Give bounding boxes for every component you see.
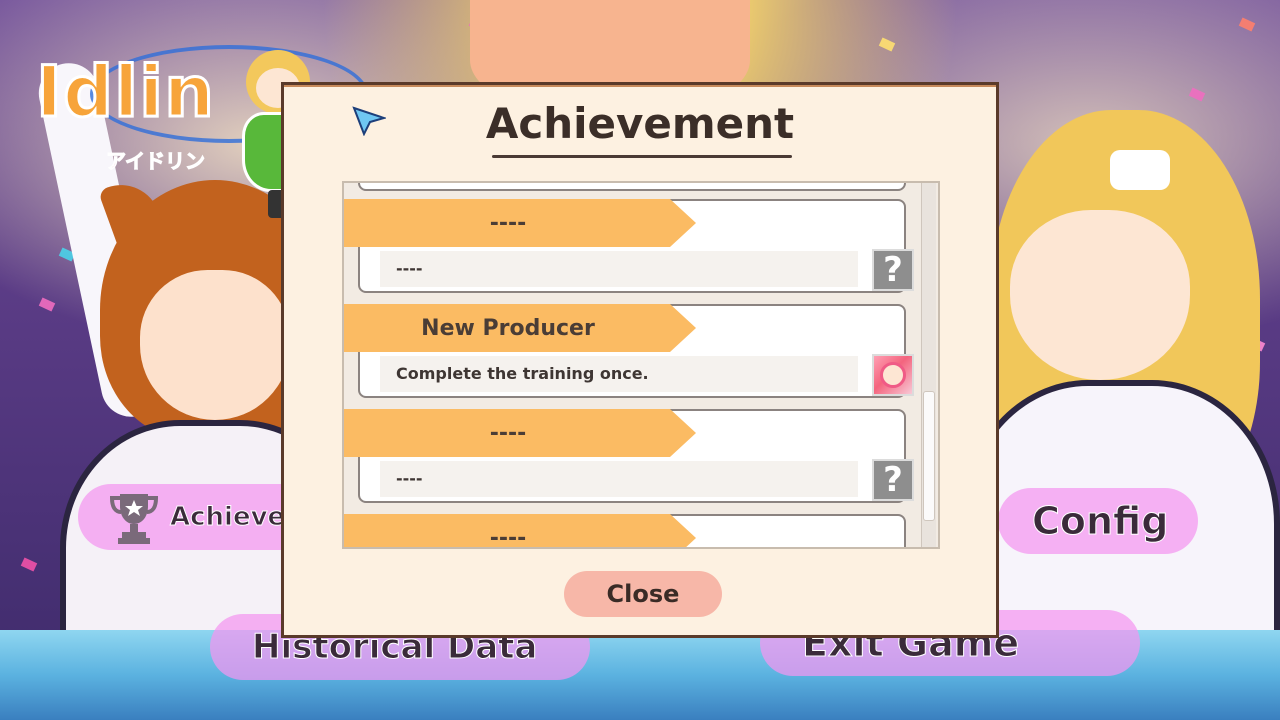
- achievement-dialog: Achievement ---- ? ---- Complete the tra…: [281, 82, 999, 638]
- question-mark-icon: ?: [872, 249, 914, 291]
- entry-title: ----: [489, 210, 527, 236]
- entry-card: [358, 183, 906, 191]
- list-item[interactable]: Complete the training once. New Producer: [344, 304, 914, 400]
- right-character-face: [1010, 210, 1190, 380]
- entry-title-banner: New Producer: [344, 304, 696, 352]
- close-button[interactable]: Close: [564, 571, 722, 617]
- logo-title: Idlin: [35, 50, 216, 135]
- portrait-face: [880, 362, 906, 388]
- entry-description-background: [380, 461, 858, 497]
- entry-description: ----: [396, 259, 423, 278]
- entry-title: New Producer: [421, 315, 595, 341]
- entry-title: ----: [489, 420, 527, 446]
- config-menu-label: Config: [1031, 499, 1169, 544]
- confetti: [1188, 87, 1206, 102]
- config-menu-button[interactable]: Config: [998, 488, 1198, 554]
- entry-title: ----: [489, 525, 527, 549]
- list-item[interactable]: ----: [344, 514, 908, 549]
- question-mark-glyph: ?: [883, 250, 903, 290]
- entry-title-banner: ----: [344, 514, 696, 549]
- list-scrollbar[interactable]: [921, 183, 936, 547]
- question-mark-icon: ?: [872, 459, 914, 501]
- dialog-title: Achievement: [485, 99, 795, 148]
- entry-title-banner: ----: [344, 409, 696, 457]
- confetti: [1238, 17, 1256, 32]
- scrollbar-thumb[interactable]: [923, 391, 935, 521]
- right-character-bow: [1110, 150, 1170, 190]
- entry-description: Complete the training once.: [396, 364, 649, 383]
- confetti: [20, 557, 38, 572]
- confetti: [38, 297, 56, 312]
- title-underline: [492, 155, 792, 158]
- confetti: [878, 37, 896, 52]
- entry-description-background: [380, 251, 858, 287]
- trophy-icon: [109, 494, 159, 544]
- character-portrait-icon: [872, 354, 914, 396]
- list-item-partial: [344, 183, 908, 193]
- entry-description: ----: [396, 469, 423, 488]
- list-item[interactable]: ---- ? ----: [344, 409, 914, 505]
- list-item[interactable]: ---- ? ----: [344, 199, 914, 295]
- entry-title-banner: ----: [344, 199, 696, 247]
- left-character-face: [140, 270, 290, 420]
- question-mark-glyph: ?: [883, 460, 903, 500]
- achievement-menu-label: Achiever: [170, 502, 299, 533]
- achievement-list[interactable]: ---- ? ---- Complete the training once. …: [342, 181, 940, 549]
- logo-subtitle: アイドリン: [106, 149, 206, 174]
- cursor-arrow-icon: [352, 106, 386, 136]
